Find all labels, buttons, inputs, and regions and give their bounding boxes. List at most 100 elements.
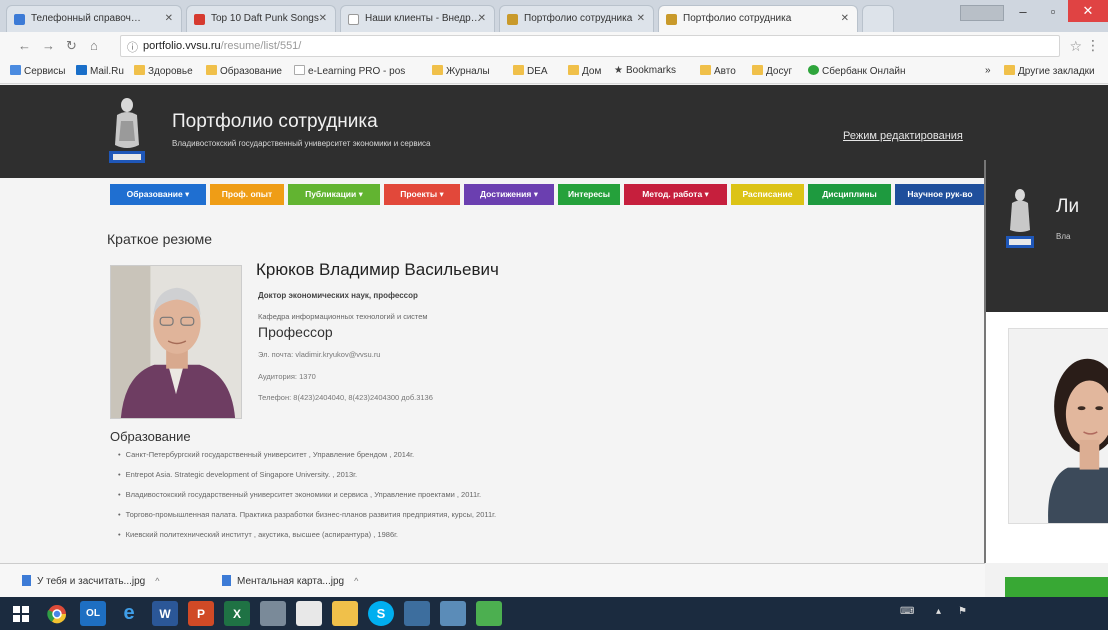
job-position: Профессор xyxy=(258,324,333,340)
calendar-icon[interactable] xyxy=(296,601,322,626)
download-item[interactable]: У тебя и засчитать...jpg ^ xyxy=(22,575,159,587)
bookmark-item[interactable]: DEA xyxy=(513,65,548,77)
site-title: Портфолио сотрудника xyxy=(172,111,378,132)
forward-icon[interactable]: → xyxy=(42,38,55,53)
url-path: /resume/list/551/ xyxy=(220,40,302,52)
sberbank-icon xyxy=(808,65,819,75)
email-line[interactable]: Эл. почта: vladimir.kryukov@vvsu.ru xyxy=(258,350,380,359)
url-input[interactable]: ⓘ portfolio.vvsu.ru/resume/list/551/ xyxy=(120,35,1060,57)
edit-mode-link[interactable]: Режим редактирования xyxy=(843,130,963,142)
page-icon xyxy=(294,65,305,75)
chevron-up-icon[interactable]: ^ xyxy=(354,576,358,586)
tray-overflow-icon[interactable]: ▴ xyxy=(936,606,941,617)
app-icon[interactable] xyxy=(476,601,502,626)
menu-item-research[interactable]: Научное рук-во xyxy=(895,184,985,205)
close-window-icon[interactable]: ✕ xyxy=(1068,0,1108,22)
green-banner xyxy=(1005,577,1108,597)
bookmark-item[interactable]: Сбербанк Онлайн xyxy=(808,65,906,77)
chevron-more-icon[interactable]: » xyxy=(985,65,991,76)
bookmark-item[interactable]: Mail.Ru xyxy=(76,65,124,77)
home-icon[interactable]: ⌂ xyxy=(90,38,98,53)
university-logo xyxy=(1006,189,1034,248)
menu-item-achievements[interactable]: Достижения ▾ xyxy=(464,184,554,205)
tab-title: Наши клиенты - Внедр… xyxy=(365,13,481,24)
windows-start-icon[interactable] xyxy=(8,601,34,626)
bookmark-item[interactable]: Дом xyxy=(568,65,601,77)
browser-tab[interactable]: Телефонный справоч… ✕ xyxy=(6,5,182,32)
close-icon[interactable]: ✕ xyxy=(637,13,645,24)
overlapping-window[interactable]: Ли Вла xyxy=(984,160,1108,563)
browser-tab[interactable]: Top 10 Daft Punk Songs ✕ xyxy=(186,5,336,32)
chrome-icon[interactable] xyxy=(44,601,70,626)
excel-icon[interactable]: X xyxy=(224,601,250,626)
network-app-icon[interactable] xyxy=(404,601,430,626)
bookmark-item[interactable]: Досуг xyxy=(752,65,792,77)
powerpoint-icon[interactable]: P xyxy=(188,601,214,626)
menu-item-interests[interactable]: Интересы xyxy=(558,184,620,205)
file-explorer-icon[interactable] xyxy=(332,601,358,626)
window-controls: – ▫ ✕ xyxy=(1008,0,1108,24)
close-icon[interactable]: ✕ xyxy=(319,13,327,24)
app-icon[interactable] xyxy=(440,601,466,626)
bookmarks-bar: Сервисы Mail.Ru Здоровье Образование e-L… xyxy=(0,60,1108,84)
bookmark-item[interactable]: Образование xyxy=(206,65,282,77)
bookmark-item[interactable]: Другие закладки xyxy=(1004,65,1095,77)
menu-item-method-work[interactable]: Метод. работа ▾ xyxy=(624,184,727,205)
menu-item-disciplines[interactable]: Дисциплины xyxy=(808,184,891,205)
overlay-subtitle: Вла xyxy=(1056,232,1071,241)
close-icon[interactable]: ✕ xyxy=(841,13,849,24)
menu-item-schedule[interactable]: Расписание xyxy=(731,184,804,205)
bookmark-item[interactable]: Авто xyxy=(700,65,736,77)
bookmark-star-icon[interactable]: ☆ xyxy=(1069,38,1082,55)
info-icon[interactable]: ⓘ xyxy=(127,39,138,55)
close-icon[interactable]: ✕ xyxy=(478,13,486,24)
new-tab-button[interactable] xyxy=(862,5,894,32)
image-file-icon xyxy=(222,575,231,586)
list-item: Киевский политехнический институт , акус… xyxy=(118,530,496,550)
profile-photo xyxy=(110,265,242,419)
tab-favicon-icon xyxy=(507,14,518,25)
browser-tab[interactable]: Портфолио сотрудника ✕ xyxy=(499,5,654,32)
folder-icon xyxy=(752,65,763,75)
tab-title: Top 10 Daft Punk Songs xyxy=(211,13,319,24)
folder-icon xyxy=(134,65,145,75)
list-item: Санкт-Петербургский государственный унив… xyxy=(118,450,496,470)
menu-icon[interactable]: ⋮ xyxy=(1086,37,1100,54)
department: Кафедра информационных технологий и сист… xyxy=(258,312,428,321)
tab-title: Портфолио сотрудника xyxy=(683,13,792,24)
phone-line: Телефон: 8(423)2404040, 8(423)2404300 до… xyxy=(258,393,433,402)
flag-icon[interactable]: ⚑ xyxy=(958,606,967,617)
keyboard-icon[interactable]: ⌨ xyxy=(900,606,914,617)
bookmark-item[interactable]: e-Learning PRO - pos xyxy=(294,65,405,77)
reload-icon[interactable]: ↻ xyxy=(66,38,77,54)
bookmark-item[interactable]: Сервисы xyxy=(10,65,65,77)
mail-icon xyxy=(76,65,87,75)
menu-item-projects[interactable]: Проекты ▾ xyxy=(384,184,460,205)
menu-item-education[interactable]: Образование ▾ xyxy=(110,184,206,205)
profile-badge[interactable] xyxy=(960,5,1004,21)
outlook-icon[interactable]: OL xyxy=(80,601,106,626)
bookmark-item[interactable]: Здоровье xyxy=(134,65,193,77)
menu-item-publications[interactable]: Публикации ▾ xyxy=(288,184,380,205)
chevron-up-icon[interactable]: ^ xyxy=(155,576,159,586)
browser-tab[interactable]: Наши клиенты - Внедр… ✕ xyxy=(340,5,495,32)
folder-icon xyxy=(700,65,711,75)
internet-explorer-icon[interactable]: e xyxy=(116,601,142,626)
tab-title: Телефонный справоч… xyxy=(31,13,141,24)
list-item: Торгово-промышленная палата. Практика ра… xyxy=(118,510,496,530)
maximize-icon[interactable]: ▫ xyxy=(1038,0,1068,22)
apps-icon xyxy=(10,65,21,75)
skype-icon[interactable]: S xyxy=(368,601,394,626)
app-icon[interactable] xyxy=(260,601,286,626)
close-icon[interactable]: ✕ xyxy=(165,13,173,24)
menu-item-experience[interactable]: Проф. опыт xyxy=(210,184,284,205)
download-item[interactable]: Ментальная карта...jpg ^ xyxy=(222,575,358,587)
academic-degree: Доктор экономических наук, профессор xyxy=(258,291,418,300)
bookmark-item[interactable]: ★ Bookmarks xyxy=(614,65,676,76)
bookmark-item[interactable]: Журналы xyxy=(432,65,490,77)
tab-favicon-icon xyxy=(194,14,205,25)
browser-tab-active[interactable]: Портфолио сотрудника ✕ xyxy=(658,5,858,32)
minimize-icon[interactable]: – xyxy=(1008,0,1038,22)
back-icon[interactable]: ← xyxy=(18,38,31,53)
word-icon[interactable]: W xyxy=(152,601,178,626)
